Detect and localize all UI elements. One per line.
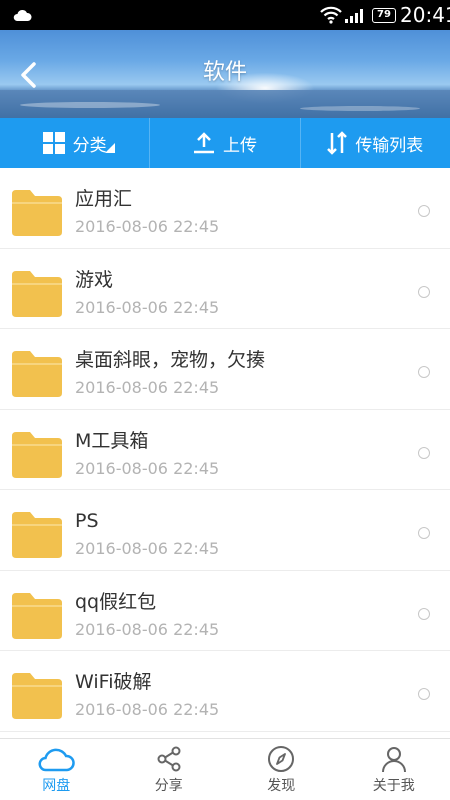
nav-share[interactable]: 分享 (113, 739, 226, 800)
list-item[interactable]: qq假红包 2016-08-06 22:45 (0, 571, 450, 651)
folder-icon (12, 512, 62, 558)
list-item[interactable]: 应用汇 2016-08-06 22:45 (0, 168, 450, 249)
folder-icon (12, 270, 62, 317)
file-date: 2016-08-06 22:45 (75, 700, 220, 719)
file-name: qq假红包 (75, 590, 157, 613)
transfer-list-button[interactable]: 传输列表 (299, 118, 450, 168)
nav-label: 网盘 (42, 778, 71, 794)
status-bar: 79 20:41 (0, 0, 450, 30)
share-icon (157, 746, 181, 772)
file-date: 2016-08-06 22:45 (75, 217, 220, 236)
file-date: 2016-08-06 22:45 (75, 458, 220, 478)
grid-icon (42, 132, 65, 154)
page-title: 软件 (202, 60, 247, 85)
nav-label: 发现 (267, 778, 296, 794)
wifi-icon (320, 6, 342, 28)
folder-icon (12, 592, 62, 639)
file-list: 应用汇 2016-08-06 22:45 游戏 2016-08-06 22:45… (0, 168, 450, 738)
header: 软件 (0, 30, 450, 118)
signal-icon (345, 7, 367, 27)
file-date: 2016-08-06 22:45 (75, 297, 220, 317)
file-name: 应用汇 (75, 188, 133, 210)
dropdown-triangle-icon (105, 143, 116, 153)
upload-label: 上传 (222, 135, 257, 156)
category-button[interactable]: 分类 (0, 118, 149, 168)
battery-indicator: 79 (372, 8, 396, 23)
cloud-icon (38, 748, 75, 772)
select-radio[interactable] (418, 527, 430, 539)
file-name: 桌面斜眼，宠物，欠揍 (75, 349, 266, 371)
select-radio[interactable] (418, 285, 430, 298)
file-name: PS (75, 510, 99, 532)
toolbar: 分类 上传 传输列表 (0, 118, 450, 168)
transfer-list-label: 传输列表 (355, 135, 424, 156)
header-wave-decoration (300, 106, 420, 111)
nav-discover[interactable]: 发现 (225, 739, 338, 800)
upload-icon (193, 132, 214, 154)
nav-label: 分享 (154, 778, 183, 794)
file-name: M工具箱 (75, 429, 149, 452)
list-item[interactable]: WiFi破解 2016-08-06 22:45 (0, 651, 450, 732)
select-radio[interactable] (418, 366, 430, 378)
file-name: 游戏 (75, 268, 114, 291)
header-wave-decoration (20, 102, 160, 108)
category-label: 分类 (72, 135, 107, 156)
list-item[interactable]: PS 2016-08-06 22:45 (0, 490, 450, 571)
nav-cloud-disk[interactable]: 网盘 (0, 739, 113, 800)
status-time: 20:41 (400, 3, 450, 27)
folder-icon (12, 673, 62, 719)
list-item[interactable]: M工具箱 2016-08-06 22:45 (0, 410, 450, 490)
select-radio[interactable] (418, 446, 430, 459)
select-radio[interactable] (418, 688, 430, 700)
file-name: WiFi破解 (75, 671, 152, 693)
file-date: 2016-08-06 22:45 (75, 619, 220, 639)
nav-about-me[interactable]: 关于我 (338, 739, 450, 800)
compass-icon (268, 746, 295, 772)
nav-label: 关于我 (372, 778, 415, 794)
file-date: 2016-08-06 22:45 (75, 539, 220, 558)
cloud-notification-icon (12, 7, 32, 26)
folder-icon (12, 351, 62, 397)
file-date: 2016-08-06 22:45 (75, 378, 220, 397)
list-item[interactable]: 桌面斜眼，宠物，欠揍 2016-08-06 22:45 (0, 329, 450, 410)
folder-icon (12, 431, 62, 478)
user-icon (381, 747, 406, 773)
select-radio[interactable] (418, 205, 430, 217)
bottom-nav: 网盘 分享 发现 关于我 (0, 738, 450, 800)
upload-button[interactable]: 上传 (149, 118, 299, 168)
select-radio[interactable] (418, 607, 430, 620)
folder-icon (12, 190, 62, 236)
transfer-arrows-icon (327, 131, 348, 155)
list-item[interactable]: 游戏 2016-08-06 22:45 (0, 249, 450, 329)
